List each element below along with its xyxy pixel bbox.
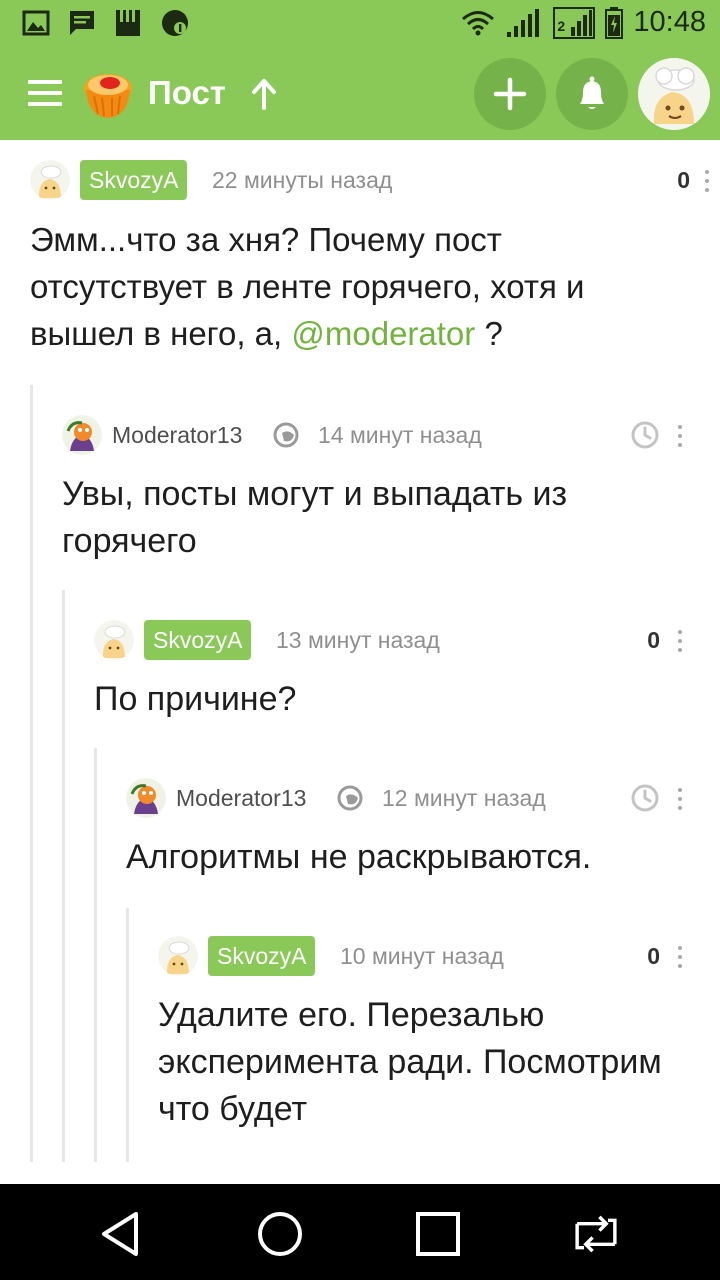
wifi-icon [462, 10, 495, 35]
top-header: 2 10:48 Пост [0, 0, 720, 140]
author-name[interactable]: Moderator13 [112, 415, 242, 455]
more-icon[interactable] [677, 630, 683, 652]
moderator-icon [337, 785, 363, 811]
comment-text: Эмм...что за хня? Почему пост отсутствуе… [30, 221, 585, 352]
comment-time: 22 минуты назад [212, 167, 393, 193]
clock-icon [631, 421, 659, 449]
comment-time: 14 минут назад [318, 422, 482, 448]
comment-time: 10 минут назад [340, 943, 504, 969]
comment-text: Алгоритмы не раскрываются. [126, 838, 592, 876]
chef-avatar-icon [158, 936, 198, 976]
thread-line [62, 590, 65, 1162]
menu-button[interactable] [28, 80, 62, 110]
author-badge[interactable]: SkvozyA [144, 620, 252, 660]
signal-icon [507, 8, 540, 37]
chef-avatar-icon [94, 620, 134, 660]
thread-line [30, 385, 33, 1162]
home-icon[interactable] [256, 1210, 304, 1258]
comment: SkvozyA 22 минуты назад 0 Эмм...что за х… [30, 160, 720, 357]
profile-avatar[interactable] [638, 58, 710, 130]
comment: SkvozyA 10 минут назад 0 Удалите его. Пе… [158, 936, 720, 1133]
more-icon[interactable] [677, 946, 683, 968]
comment: Moderator13 12 минут назад Алгоритмы не … [126, 778, 720, 881]
plus-icon [493, 77, 527, 111]
menu-icon [28, 80, 62, 106]
arrow-up-icon[interactable] [250, 78, 278, 110]
comment-time: 12 минут назад [382, 785, 546, 811]
thread-line [126, 908, 129, 1162]
comments-thread: SkvozyA 22 минуты назад 0 Эмм...что за х… [0, 140, 720, 1162]
app-bar: Пост [0, 50, 720, 140]
thread-line [94, 748, 97, 1162]
system-icons: 2 10:48 [461, 6, 706, 39]
sim-number: 2 [557, 17, 566, 34]
comment-text: По причине? [94, 680, 297, 718]
avatar[interactable] [126, 778, 166, 818]
avatar[interactable] [30, 160, 70, 200]
page-title: Пост [148, 74, 226, 111]
notification-icons [22, 8, 190, 38]
comment-rating[interactable]: 0 [647, 620, 660, 660]
avatar[interactable] [94, 620, 134, 660]
more-icon[interactable] [677, 425, 683, 447]
avatar[interactable] [158, 936, 198, 976]
comment: SkvozyA 13 минут назад 0 По причине? [94, 620, 720, 723]
sd-card-icon [116, 10, 140, 36]
image-icon [22, 10, 50, 36]
notifications-button[interactable] [556, 58, 628, 130]
message-icon [70, 11, 94, 35]
comment-text: Удалите его. Перезалью эксперимента ради… [158, 996, 662, 1128]
battery-icon [605, 6, 624, 39]
comment-rating[interactable]: 0 [677, 160, 690, 200]
comment-rating[interactable]: 0 [647, 936, 660, 976]
recents-icon[interactable] [414, 1210, 462, 1258]
moderator-avatar-icon [62, 415, 102, 455]
sync-icon [162, 10, 188, 36]
author-name[interactable]: Moderator13 [176, 778, 306, 818]
moderator-avatar-icon [126, 778, 166, 818]
switch-icon[interactable] [572, 1210, 620, 1258]
author-badge[interactable]: SkvozyA [208, 936, 316, 976]
clock-time: 10:48 [633, 6, 706, 38]
chef-avatar-icon [30, 160, 70, 200]
moderator-icon [273, 422, 299, 448]
comment: Moderator13 14 минут назад Увы, посты мо… [62, 415, 720, 565]
bell-icon [580, 76, 604, 109]
status-bar: 2 10:48 [0, 0, 720, 50]
more-icon[interactable] [677, 788, 683, 810]
comment-time: 13 минут назад [276, 627, 440, 653]
mention-link[interactable]: @moderator [291, 315, 475, 352]
avatar[interactable] [62, 415, 102, 455]
navigation-bar [0, 1184, 720, 1280]
comment-text: Увы, посты могут и выпадать из горячего [62, 475, 568, 560]
more-icon[interactable] [704, 170, 710, 192]
author-badge[interactable]: SkvozyA [80, 160, 188, 200]
chef-avatar-icon [638, 58, 710, 130]
clock-icon [631, 784, 659, 812]
add-post-button[interactable] [474, 58, 546, 130]
signal-sim2: 2 [553, 6, 596, 39]
back-icon[interactable] [98, 1210, 146, 1258]
pikabu-logo-icon[interactable] [80, 66, 136, 122]
